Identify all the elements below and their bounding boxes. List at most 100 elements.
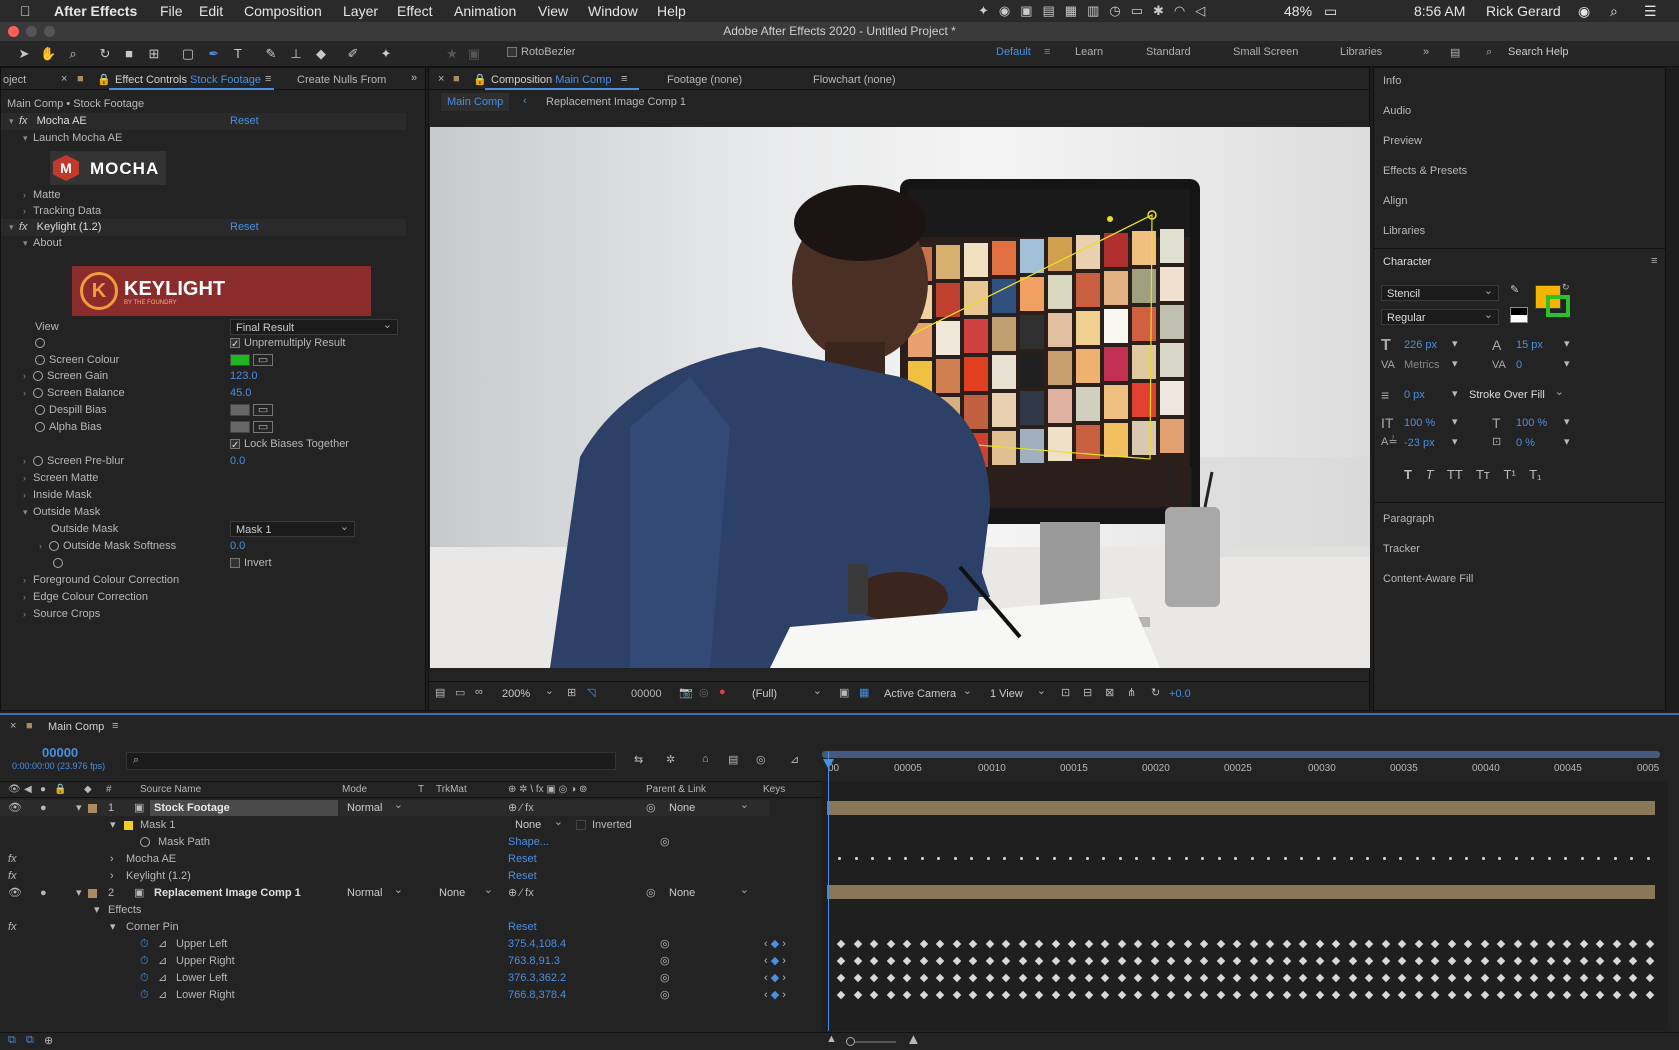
keyframe-diamond[interactable]	[1579, 956, 1588, 966]
zoom-in-icon[interactable]: ▲	[906, 1031, 921, 1048]
keyframe-diamond[interactable]	[1612, 973, 1621, 983]
keyframe-diamond[interactable]	[1249, 956, 1258, 966]
keyframe-diamond[interactable]	[869, 956, 879, 966]
brush-tool-icon[interactable]: ✎	[263, 46, 279, 62]
keyframe-diamond[interactable]	[1331, 973, 1341, 983]
menu-edit[interactable]: Edit	[199, 3, 223, 19]
panel-menu-icon[interactable]: ≡	[265, 73, 271, 85]
keyframe-diamond[interactable]	[1331, 990, 1341, 1000]
keyframe-diamond[interactable]	[886, 956, 895, 966]
upper-right-row[interactable]: ⏱ ⊿ Upper Right 763.8,91.3 ◎ ‹ ◆ ›	[0, 953, 786, 969]
keyframe-diamond[interactable]	[886, 973, 895, 983]
menu-animation[interactable]: Animation	[454, 3, 516, 19]
menu-layer[interactable]: Layer	[343, 3, 378, 19]
keyframe-diamond[interactable]	[1183, 973, 1192, 983]
keyframe-diamond[interactable]	[1265, 939, 1275, 949]
keyframe-diamond[interactable]	[1430, 973, 1440, 983]
keyframe-diamond[interactable]	[935, 939, 945, 949]
keyframe-diamond[interactable]	[1546, 973, 1555, 983]
keyframe-diamond[interactable]	[1546, 990, 1555, 1000]
workspace-menu-icon[interactable]: ≡	[1044, 46, 1050, 58]
graph-editor-icon[interactable]: ⊿	[790, 753, 799, 766]
default-colors-icon[interactable]	[1510, 307, 1528, 323]
zoom-dropdown[interactable]: 200%	[497, 683, 559, 702]
keyframe-diamond[interactable]	[1084, 939, 1093, 949]
keyframe-dot[interactable]	[1382, 857, 1386, 860]
lock-header-icon[interactable]: 🔒	[54, 782, 66, 797]
despill-bias-swatch[interactable]	[230, 404, 250, 417]
keyframe-diamond[interactable]	[1232, 939, 1242, 949]
zoom-tool-icon[interactable]: ⌕	[65, 46, 81, 62]
keyframe-diamond[interactable]	[1364, 973, 1374, 983]
keyframe-diamond[interactable]	[1001, 956, 1011, 966]
keyframe-diamond[interactable]	[1496, 956, 1506, 966]
graph-icon[interactable]: ⊿	[158, 953, 167, 969]
siri-icon[interactable]: ◉	[1578, 3, 1590, 20]
keyframe-dot[interactable]	[1085, 857, 1089, 860]
keyframe-diamond[interactable]	[853, 973, 862, 983]
keyframe-diamond[interactable]	[902, 973, 912, 983]
keyframe-dot[interactable]	[1465, 857, 1468, 860]
parent-dropdown[interactable]: None	[664, 797, 754, 816]
view-layout-dropdown[interactable]: 1 View	[985, 683, 1051, 702]
keyframe-diamond[interactable]	[1282, 939, 1291, 949]
keyframe-dot[interactable]	[1217, 857, 1221, 860]
keyframe-dot[interactable]	[1432, 857, 1435, 860]
keyframe-dot[interactable]	[1300, 857, 1303, 860]
screen-balance-value[interactable]: 45.0	[230, 385, 251, 402]
parent-link-header[interactable]: Parent & Link	[646, 782, 706, 797]
keyframe-diamond[interactable]	[1166, 990, 1176, 1000]
keyframe-diamond[interactable]	[985, 939, 994, 949]
keyframe-diamond[interactable]	[1364, 990, 1374, 1000]
preview-panel[interactable]: Preview	[1383, 135, 1422, 147]
viewer-timecode[interactable]: 00000	[631, 688, 662, 700]
keyframe-diamond[interactable]	[1117, 956, 1126, 966]
close-tab-icon[interactable]: ×	[61, 73, 67, 85]
keyframe-diamond[interactable]	[902, 939, 912, 949]
keyframe-diamond[interactable]	[1463, 939, 1473, 949]
outside-mask-softness-value[interactable]: 0.0	[230, 538, 245, 555]
keyframe-diamond[interactable]	[1216, 973, 1225, 983]
keyframe-diamond[interactable]	[1414, 973, 1423, 983]
keyframe-diamond[interactable]	[836, 956, 846, 966]
stroke-type-dropdown[interactable]: Stroke Over Fill	[1464, 384, 1569, 403]
menu-window[interactable]: Window	[588, 3, 638, 19]
graph-icon[interactable]: ⊿	[158, 987, 167, 1003]
keyframe-diamond[interactable]	[1579, 973, 1588, 983]
keyframe-dot[interactable]	[1168, 857, 1171, 860]
keyframe-diamond[interactable]	[1001, 973, 1011, 983]
keyframe-dot[interactable]	[904, 857, 907, 860]
eyedropper-icon[interactable]: ✎	[1510, 283, 1519, 296]
keyframe-diamond[interactable]	[1480, 990, 1489, 1000]
keys-header[interactable]: Keys	[763, 782, 785, 797]
keyframe-dot[interactable]	[1597, 857, 1600, 860]
stopwatch-active-icon[interactable]: ⏱	[140, 987, 149, 1003]
stopwatch-icon[interactable]	[33, 456, 43, 467]
dropdown-arrow-icon[interactable]: ▾	[1564, 435, 1570, 448]
expand-arrow-icon[interactable]: ▾	[76, 800, 82, 816]
keyframe-diamond[interactable]	[935, 973, 945, 983]
composition-canvas[interactable]	[430, 127, 1370, 668]
solo-header-icon[interactable]: ●	[40, 782, 46, 797]
keyframe-diamond[interactable]	[1199, 973, 1209, 983]
keyframe-dot[interactable]	[1267, 857, 1270, 860]
keyframe-dot[interactable]	[1201, 857, 1204, 860]
faux-italic-icon[interactable]: T	[1426, 467, 1434, 482]
faux-bold-icon[interactable]: T	[1404, 467, 1412, 482]
keyframe-diamond[interactable]	[1364, 939, 1374, 949]
keyframe-diamond[interactable]	[1117, 939, 1126, 949]
keyframe-diamond[interactable]	[1084, 973, 1093, 983]
keyframe-diamond[interactable]	[1067, 990, 1077, 1000]
keyframe-diamond[interactable]	[1117, 973, 1126, 983]
keyframe-diamond[interactable]	[1100, 990, 1110, 1000]
content-aware-fill-panel[interactable]: Content-Aware Fill	[1383, 573, 1473, 585]
keyframe-diamond[interactable]	[1001, 990, 1011, 1000]
keyframe-diamond[interactable]	[1595, 990, 1605, 1000]
source-crops-row[interactable]: › Source Crops	[23, 606, 100, 623]
keyframe-navigator[interactable]: ‹ ◆ ›	[764, 987, 786, 1003]
keyframe-dot[interactable]	[1052, 857, 1056, 860]
workspace-default[interactable]: Default	[996, 46, 1031, 58]
upper-right-value[interactable]: 763.8,91.3	[508, 953, 560, 969]
edge-colour-row[interactable]: › Edge Colour Correction	[23, 589, 148, 606]
channel-icon[interactable]: ●	[719, 686, 726, 698]
